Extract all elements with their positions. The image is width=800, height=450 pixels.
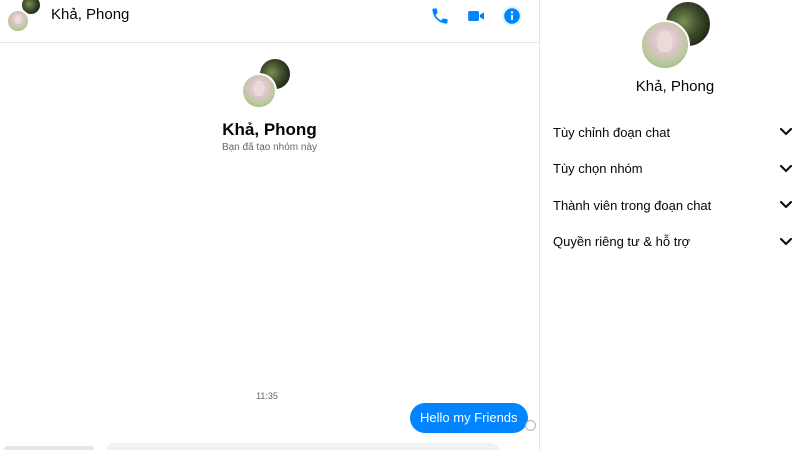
header-group-avatar[interactable] — [6, 0, 42, 36]
message-input[interactable] — [105, 443, 500, 450]
avatar — [241, 73, 277, 109]
chevron-down-icon — [779, 198, 793, 212]
sent-status-icon — [525, 420, 536, 431]
conversation-title: Khả, Phong — [222, 120, 317, 139]
menu-item-customize-chat[interactable]: Tùy chỉnh đoạn chat — [553, 114, 793, 151]
info-panel: Khả, Phong Tùy chỉnh đoạn chat Tùy chọn … — [540, 0, 800, 450]
composer-actions[interactable] — [4, 446, 94, 450]
menu-item-label: Quyền riêng tư & hỗ trợ — [553, 234, 691, 250]
phone-icon[interactable] — [429, 5, 451, 27]
info-menu: Tùy chỉnh đoạn chat Tùy chọn nhóm Thành … — [553, 114, 793, 260]
menu-item-chat-members[interactable]: Thành viên trong đoạn chat — [553, 187, 793, 224]
group-avatar — [241, 57, 293, 109]
menu-item-label: Tùy chỉnh đoạn chat — [553, 124, 671, 140]
video-icon[interactable] — [465, 5, 487, 27]
menu-item-group-options[interactable]: Tùy chọn nhóm — [553, 151, 793, 188]
info-panel-name: Khả, Phong — [635, 78, 715, 95]
chevron-down-icon — [779, 235, 793, 249]
message-timestamp: 11:35 — [256, 391, 278, 401]
menu-item-privacy-support[interactable]: Quyền riêng tư & hỗ trợ — [553, 224, 793, 261]
chevron-down-icon — [779, 125, 793, 139]
avatar — [640, 20, 690, 70]
conversation-subtitle: Bạn đã tạo nhóm này — [221, 142, 318, 153]
info-group-avatar — [640, 0, 712, 72]
menu-item-label: Thành viên trong đoạn chat — [553, 197, 712, 213]
chevron-down-icon — [779, 162, 793, 176]
avatar — [6, 9, 30, 33]
chat-pane: Khả, Phong Khả, Phong Bạn đã tạo nhóm nà… — [0, 0, 540, 450]
menu-item-label: Tùy chọn nhóm — [553, 161, 643, 177]
sent-message-bubble[interactable]: Hello my Friends — [410, 403, 528, 433]
header-title[interactable]: Khả, Phong — [51, 6, 129, 23]
chat-header: Khả, Phong — [0, 0, 539, 43]
info-icon[interactable] — [501, 5, 523, 27]
